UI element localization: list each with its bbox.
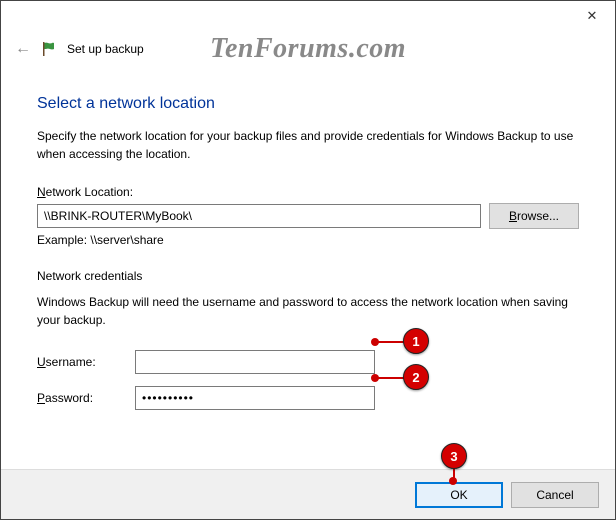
window-title: Set up backup: [67, 42, 144, 56]
network-location-input[interactable]: [37, 204, 481, 228]
network-location-label: Network Location:: [37, 185, 579, 199]
cancel-button[interactable]: Cancel: [511, 482, 599, 508]
titlebar: ✕: [1, 1, 615, 35]
page-description: Specify the network location for your ba…: [37, 127, 579, 163]
browse-button[interactable]: Browse...: [489, 203, 579, 229]
page-heading: Select a network location: [37, 95, 579, 113]
ok-button[interactable]: OK: [415, 482, 503, 508]
credentials-description: Windows Backup will need the username an…: [37, 293, 579, 329]
username-label: Username:: [37, 355, 131, 369]
example-text: Example: \\server\share: [37, 233, 579, 247]
close-icon: ✕: [587, 8, 598, 24]
footer-bar: OK Cancel: [1, 469, 615, 519]
credentials-header: Network credentials: [37, 269, 579, 283]
username-input[interactable]: [135, 350, 375, 374]
header-row: ← Set up backup: [1, 35, 615, 63]
back-arrow-icon[interactable]: ←: [15, 41, 31, 57]
password-input[interactable]: [135, 386, 375, 410]
password-label: Password:: [37, 391, 131, 405]
annotation-badge-3: 3: [441, 443, 467, 469]
close-button[interactable]: ✕: [569, 1, 615, 31]
content-area: Select a network location Specify the ne…: [1, 63, 615, 431]
backup-flag-icon: [41, 41, 57, 57]
